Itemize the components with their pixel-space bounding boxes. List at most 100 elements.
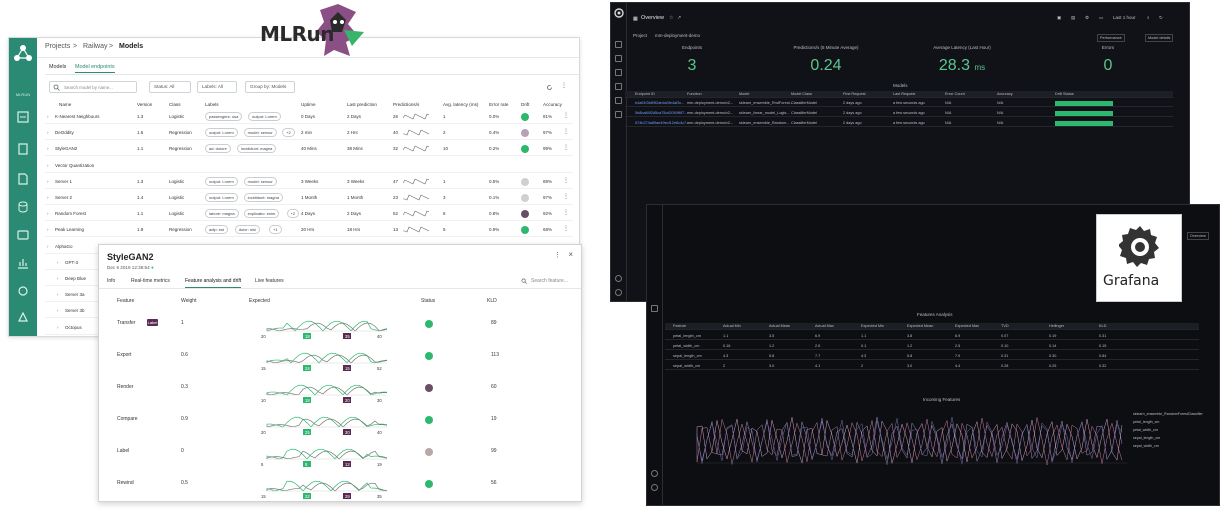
search-nav-icon[interactable] [615, 41, 622, 48]
refresh-icon[interactable] [546, 84, 553, 91]
tab-live-features[interactable]: Live features [255, 278, 284, 284]
model-row[interactable]: 0b8ba84f2d5ca75cd2090f6f7... mm-deploymen… [625, 110, 1173, 117]
table-row[interactable]: › Server 2 1.4 Logistic output: Lorem incidid… [45, 191, 573, 205]
group-by-filter[interactable]: Group by: Models [245, 81, 295, 93]
functions-icon[interactable] [16, 284, 30, 298]
table-row[interactable]: › K-Nearest Neighbours 1.3 Logistic passenge… [45, 110, 573, 124]
row-name[interactable]: Server 3a [65, 292, 85, 297]
expand-chevron-icon[interactable]: › [47, 227, 49, 232]
expand-chevron-icon[interactable]: › [47, 114, 49, 119]
help-icon[interactable] [615, 289, 622, 296]
settings-icon[interactable] [16, 310, 30, 324]
time-range-picker[interactable]: Last 1 hour [1113, 15, 1136, 20]
panel-add-icon[interactable]: ▣ [1057, 15, 1061, 21]
mlrun-logo-icon[interactable] [13, 44, 33, 64]
row-menu-icon[interactable]: ⋮ [563, 128, 569, 135]
model-details-button[interactable]: Model details [1145, 34, 1174, 42]
table-row[interactable]: › DeOddity 1.6 Regression output: Lorem model… [45, 126, 573, 141]
feature-row[interactable]: Rewind 0.5 15 22 29 35 56 [107, 467, 573, 501]
dashboards-nav-icon[interactable] [615, 69, 622, 76]
expand-chevron-icon[interactable]: › [57, 292, 59, 297]
table-row[interactable]: › StyleGAN2 1.1 Regression ad: dolore incidid… [45, 142, 573, 157]
legend-item[interactable]: petal_width_cm [1133, 428, 1158, 432]
tab-feature-analysis[interactable]: Feature analysis and drift [185, 278, 242, 288]
feature-row[interactable]: Label 0 5 8 12 19 99 [107, 435, 573, 469]
breadcrumb-project[interactable]: Railway [83, 43, 108, 50]
feature-search-input[interactable]: Search feature... [531, 278, 568, 284]
row-name[interactable]: Server 1 [55, 179, 72, 184]
expand-chevron-icon[interactable]: › [47, 244, 49, 249]
legend-item[interactable]: sklearn_ensemble_RandomForestClassifier [1133, 412, 1203, 416]
help-icon[interactable] [651, 484, 658, 491]
legend-item[interactable]: sepal_width_cm [1133, 444, 1159, 448]
close-icon[interactable]: × [568, 250, 573, 259]
alerting-nav-icon[interactable] [615, 97, 622, 104]
row-menu-icon[interactable]: ⋮ [563, 112, 569, 119]
project-select[interactable]: mm-deployment-demo [655, 33, 700, 38]
row-name[interactable]: Server 2 [55, 195, 72, 200]
nav-icon[interactable] [651, 305, 658, 312]
expand-chevron-icon[interactable]: › [47, 146, 49, 151]
models-icon[interactable] [16, 228, 30, 242]
row-name[interactable]: Deep Blue [65, 276, 86, 281]
feature-row[interactable]: Compare 0.9 20 25 30 40 19 [107, 403, 573, 437]
drawer-menu-icon[interactable]: ⋮ [554, 251, 561, 259]
star-icon[interactable]: ☆ [669, 15, 673, 21]
more-options-icon[interactable]: ⋮ [561, 82, 567, 89]
tab-model-endpoints[interactable]: Model endpoints [75, 64, 115, 73]
table-row[interactable]: › Vector Quantization [45, 159, 573, 173]
expand-chevron-icon[interactable]: › [47, 179, 49, 184]
row-menu-icon[interactable]: ⋮ [563, 177, 569, 184]
settings-icon[interactable]: ⚙ [1085, 15, 1089, 21]
zoom-out-icon[interactable]: ⌕ [1147, 15, 1150, 20]
expand-chevron-icon[interactable]: › [47, 130, 49, 135]
config-nav-icon[interactable] [615, 111, 622, 118]
legend-item[interactable]: petal_length_cm [1133, 420, 1159, 424]
search-input[interactable]: Search model by name... [49, 81, 137, 93]
model-cell[interactable]: b4a61f3b89f2ab4a0fe4af3c... [635, 101, 684, 105]
model-cell[interactable]: 574b274a89ae49ecf12e8c4c7... [635, 121, 689, 125]
user-avatar-icon[interactable] [615, 275, 622, 282]
row-name[interactable]: Server 3b [65, 308, 85, 313]
table-row[interactable]: › Server 1 1.3 Logistic output: Lorem model: … [45, 175, 573, 189]
tv-mode-icon[interactable]: ▭ [1099, 15, 1103, 21]
jobs-icon[interactable] [16, 142, 30, 156]
model-row[interactable]: b4a61f3b89f2ab4a0fe4af3c... mm-deployment… [625, 100, 1173, 107]
legend-item[interactable]: sepal_length_cm [1133, 436, 1160, 440]
dashboard-title[interactable]: Overview [641, 15, 664, 21]
share-icon[interactable]: ↗ [677, 15, 681, 21]
expand-chevron-icon[interactable]: › [57, 260, 59, 265]
row-name[interactable]: K-Nearest Neighbours [55, 114, 100, 119]
row-menu-icon[interactable]: ⋮ [563, 209, 569, 216]
explore-nav-icon[interactable] [615, 83, 622, 90]
row-name[interactable]: GPT-3 [65, 260, 78, 265]
save-icon[interactable]: ▤ [1071, 15, 1075, 21]
grafana-logo-icon[interactable] [614, 8, 624, 18]
row-name[interactable]: DeOddity [55, 130, 74, 135]
labels-filter[interactable]: Labels: All [197, 81, 237, 93]
feature-row[interactable]: Export 0.6 15 24 15 52 113 [107, 339, 573, 373]
table-row[interactable]: › Random Forest 1.1 Logistic labore: magna ex… [45, 207, 573, 222]
expand-chevron-icon[interactable]: › [57, 276, 59, 281]
row-menu-icon[interactable]: ⋮ [563, 225, 569, 232]
overview-button[interactable]: Overview [1187, 232, 1209, 240]
table-row[interactable]: › Peak Learning 1.9 Regression adip: est dolo… [45, 223, 573, 238]
expand-chevron-icon[interactable]: › [47, 163, 49, 168]
row-menu-icon[interactable]: ⋮ [563, 144, 569, 151]
performance-button[interactable]: Performance [1097, 34, 1125, 42]
datasets-icon[interactable] [16, 200, 30, 214]
expand-chevron-icon[interactable]: › [47, 211, 49, 216]
tab-info[interactable]: Info [107, 278, 115, 284]
row-menu-icon[interactable]: ⋮ [563, 193, 569, 200]
row-name[interactable]: Random Forest [55, 211, 86, 216]
expand-chevron-icon[interactable]: › [57, 308, 59, 313]
user-avatar-icon[interactable] [651, 470, 658, 477]
breadcrumb-projects[interactable]: Projects [45, 43, 70, 50]
expand-chevron-icon[interactable]: › [47, 195, 49, 200]
feature-row[interactable]: Transfer Label 1 20 18 35 40 89 [107, 307, 573, 341]
status-filter[interactable]: Status: All [149, 81, 191, 93]
feature-row[interactable]: Render 0.3 10 18 20 30 60 [107, 371, 573, 405]
row-name[interactable]: Octopus [65, 325, 82, 330]
tab-models[interactable]: Models [49, 64, 66, 70]
tab-realtime-metrics[interactable]: Real-time metrics [131, 278, 170, 284]
